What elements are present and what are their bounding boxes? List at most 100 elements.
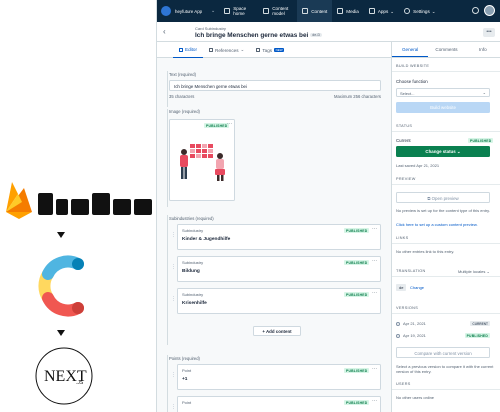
image-field-label: Image (required) [169, 109, 200, 114]
build-website-button[interactable]: Build website [396, 102, 490, 113]
points-field-label: Points (required) [169, 356, 200, 361]
tab-label: Editor [185, 47, 198, 52]
more-icon[interactable]: ··· [227, 121, 232, 127]
nav-media[interactable]: Media [332, 0, 364, 22]
version-date: Apr 19, 2021 [403, 333, 426, 338]
reference-type: Subindustry [182, 228, 204, 233]
reference-title: Kinder & Jugendhilfe [182, 237, 231, 242]
content-type-label: Card Subindustry [195, 26, 226, 31]
char-count: 35 characters [169, 94, 195, 99]
char-max: Maximum 256 characters [333, 94, 381, 99]
nav-content[interactable]: Content [297, 0, 333, 22]
tab-editor[interactable]: Editor [173, 42, 204, 58]
drag-handle-icon[interactable]: ⋮ [171, 372, 176, 378]
back-arrow-icon[interactable]: ‹ [163, 27, 166, 36]
help-icon[interactable] [472, 7, 479, 14]
text-input[interactable]: Ich bringe Menschen gerne etwas bei [169, 80, 381, 91]
chevron-down-icon: ⌄ [482, 90, 486, 95]
users-note: No other users online [396, 395, 435, 400]
contentful-logo-icon[interactable] [161, 6, 171, 16]
reference-card[interactable]: Subindustry Bildung PUBLISHED ··· [177, 256, 381, 282]
tag-icon [256, 48, 261, 52]
reference-card[interactable]: Subindustry Krisenhilfe PUBLISHED ··· [177, 288, 381, 314]
media-icon [337, 8, 344, 14]
user-avatar[interactable] [484, 5, 495, 16]
arrow-down-icon [57, 330, 65, 336]
field-focus-bar [167, 109, 168, 207]
arrow-down-icon [57, 232, 65, 238]
image-asset-card[interactable]: PUBLISHED ··· [169, 119, 235, 201]
tab-references[interactable]: References ⌄ [203, 42, 250, 58]
entry-title: Ich bringe Menschen gerne etwas bei de-D [195, 32, 323, 39]
nav-label: Content [311, 8, 328, 14]
space-switcher[interactable]: heyfuture App [175, 9, 209, 14]
more-icon[interactable]: ··· [372, 258, 377, 264]
reference-card[interactable]: Point PUBLISHED ··· [177, 396, 381, 412]
translation-mode-label: Multiple locales [458, 269, 486, 274]
entry-sidebar: General Comments Info BUILD WEBSITE Choo… [391, 42, 500, 412]
contentful-app: heyfuture App ⌄ Space home Content model… [156, 0, 500, 412]
nav-apps[interactable]: Apps ⌄ [364, 0, 399, 22]
nextjs-logo-icon: NEXT .JS [35, 347, 93, 405]
divider [392, 243, 500, 244]
compare-version-button[interactable]: Compare with current version [396, 347, 490, 358]
add-content-button[interactable]: + Add content [253, 326, 301, 336]
locale-tag: de-D [310, 33, 323, 38]
nav-space-home[interactable]: Space home [219, 0, 258, 22]
section-heading: LINKS [396, 236, 409, 240]
radio-button[interactable] [396, 333, 400, 338]
section-heading: STATUS [396, 124, 413, 128]
translation-mode[interactable]: Multiple locales ⌄ [458, 269, 490, 274]
text-field-label: Text (required) [169, 72, 196, 77]
preview-note: No preview is set up for the content typ… [396, 208, 490, 213]
drag-handle-icon[interactable]: ⋮ [171, 264, 176, 270]
svg-text:.JS: .JS [76, 380, 84, 386]
more-icon[interactable]: ··· [372, 226, 377, 232]
image-thumbnail [174, 138, 232, 198]
reference-card[interactable]: Point +1 PUBLISHED ··· [177, 364, 381, 390]
tab-info[interactable]: Info [465, 42, 500, 57]
chevron-down-icon: ⌄ [456, 149, 461, 154]
tab-general[interactable]: General [392, 42, 429, 57]
divider [392, 71, 500, 72]
reference-title: +1 [182, 377, 188, 382]
version-row[interactable]: Apr 19, 2021 PUBLISHED [396, 333, 490, 341]
sidebar-tabs: General Comments Info [392, 42, 500, 58]
section-heading: VERSIONS [396, 306, 419, 310]
nav-settings[interactable]: Settings ⌄ [399, 0, 440, 22]
tab-comments[interactable]: Comments [428, 42, 464, 57]
drag-handle-icon[interactable]: ⋮ [171, 404, 176, 410]
more-icon[interactable]: ··· [372, 398, 377, 404]
tab-label: Tags [262, 47, 273, 53]
section-heading: USERS [396, 382, 411, 386]
divider [392, 313, 500, 314]
radio-button[interactable] [396, 321, 400, 326]
open-preview-button[interactable]: ⧉ Open preview [396, 192, 490, 203]
reference-title: Bildung [182, 269, 200, 274]
reference-title: Krisenhilfe [182, 301, 207, 306]
drag-handle-icon[interactable]: ⋮ [171, 232, 176, 238]
status-badge: PUBLISHED [344, 292, 370, 298]
locale-pill: de [396, 284, 407, 291]
nav-label: Settings [413, 8, 430, 14]
change-locale-link[interactable]: Change [410, 285, 424, 290]
section-heading: PREVIEW [396, 177, 416, 181]
version-date: Apr 21, 2021 [403, 321, 426, 326]
version-row[interactable]: Apr 21, 2021 CURRENT [396, 321, 490, 329]
setup-preview-link[interactable]: Click here to set up a custom content pr… [396, 222, 496, 227]
nav-label: Space home [233, 6, 247, 16]
nav-content-model[interactable]: Content model [258, 0, 297, 22]
more-actions-button[interactable]: ••• [483, 28, 495, 37]
change-status-button[interactable]: Change status ⌄ [396, 146, 490, 157]
drag-handle-icon[interactable]: ⋮ [171, 296, 176, 302]
chevron-down-icon: ⌄ [431, 8, 436, 14]
more-icon[interactable]: ··· [372, 366, 377, 372]
more-icon[interactable]: ··· [372, 290, 377, 296]
tab-tags[interactable]: Tags NEW [250, 42, 290, 58]
references-icon [209, 48, 214, 52]
reference-type: Subindustry [182, 292, 204, 297]
firebase-wordmark [38, 193, 154, 215]
reference-card[interactable]: Subindustry Kinder & Jugendhilfe PUBLISH… [177, 224, 381, 250]
function-select[interactable]: Select... ⌄ [396, 88, 490, 97]
entry-editor: Text (required) Ich bringe Menschen gern… [157, 59, 391, 412]
